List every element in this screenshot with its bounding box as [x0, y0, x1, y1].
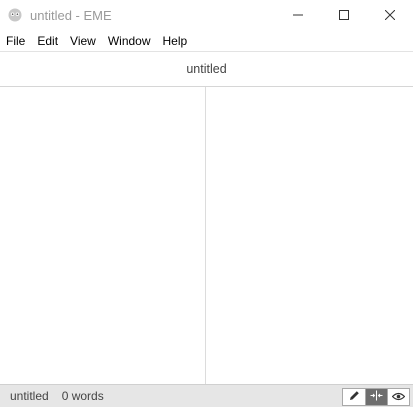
- pencil-icon: [349, 390, 360, 404]
- status-word-count: 0 words: [61, 389, 104, 403]
- status-bar: untitled 0 words: [0, 384, 413, 407]
- menu-window[interactable]: Window: [102, 31, 157, 51]
- maximize-icon: [339, 7, 349, 25]
- maximize-button[interactable]: [321, 0, 367, 31]
- markdown-editor-pane[interactable]: [0, 87, 206, 384]
- view-mode-switcher: [342, 388, 410, 406]
- edit-mode-button[interactable]: [343, 389, 365, 405]
- status-filename: untitled: [10, 389, 49, 403]
- preview-pane[interactable]: [206, 87, 413, 384]
- split-view-icon: [370, 390, 383, 404]
- title-bar[interactable]: untitled - EME: [0, 0, 413, 31]
- document-title: untitled: [186, 62, 227, 76]
- document-title-header: untitled: [0, 51, 413, 87]
- menu-help[interactable]: Help: [157, 31, 194, 51]
- split-mode-button[interactable]: [365, 389, 387, 405]
- app-window: untitled - EME File Edit View Window Hel…: [0, 0, 413, 407]
- window-title: untitled - EME: [30, 8, 112, 23]
- menu-edit[interactable]: Edit: [31, 31, 64, 51]
- eme-logo-icon: [8, 8, 22, 22]
- close-icon: [384, 7, 396, 25]
- minimize-button[interactable]: [275, 0, 321, 31]
- minimize-icon: [293, 7, 303, 25]
- close-button[interactable]: [367, 0, 413, 31]
- menu-bar: File Edit View Window Help: [0, 31, 413, 51]
- menu-view[interactable]: View: [64, 31, 102, 51]
- editor-split-view: [0, 87, 413, 384]
- preview-mode-button[interactable]: [387, 389, 409, 405]
- menu-file[interactable]: File: [0, 31, 31, 51]
- eye-icon: [391, 390, 406, 404]
